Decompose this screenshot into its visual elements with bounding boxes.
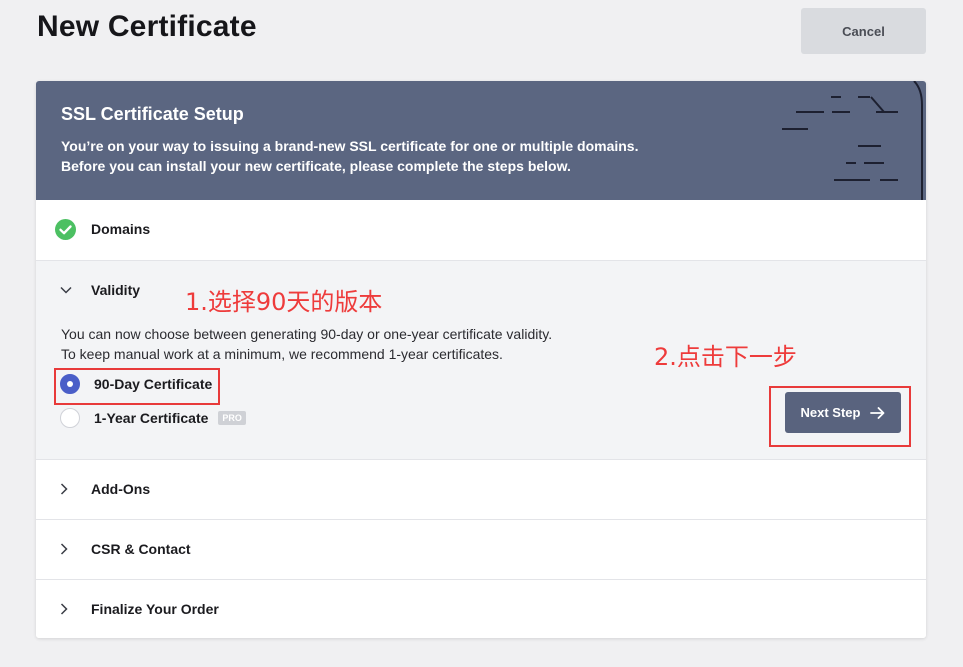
- option-1-year[interactable]: 1-Year Certificate PRO: [60, 407, 246, 429]
- radio-1-year[interactable]: [60, 408, 80, 428]
- option-1-year-label: 1-Year Certificate: [94, 410, 209, 426]
- setup-header: SSL Certificate Setup You’re on your way…: [36, 81, 926, 200]
- step-finalize-label: Finalize Your Order: [91, 601, 219, 617]
- setup-description: You’re on your way to issuing a brand-ne…: [61, 136, 638, 176]
- step-csr-contact[interactable]: CSR & Contact: [36, 519, 926, 579]
- setup-title: SSL Certificate Setup: [61, 104, 244, 124]
- step-validity-label[interactable]: Validity: [91, 282, 140, 298]
- validity-info: You can now choose between generating 90…: [61, 324, 552, 364]
- step-addons-label: Add-Ons: [91, 481, 151, 497]
- chevron-right-icon: [60, 543, 68, 555]
- chevron-down-icon[interactable]: [60, 286, 72, 294]
- step-domains-label: Domains: [91, 221, 151, 237]
- check-circle-icon: [55, 219, 76, 240]
- annotation-note-1: 1.选择90天的版本: [185, 288, 383, 316]
- setup-description-line-1: You’re on your way to issuing a brand-ne…: [61, 138, 639, 154]
- pro-badge: PRO: [218, 411, 246, 425]
- page-title: New Certificate: [37, 10, 257, 43]
- step-csr-label: CSR & Contact: [91, 541, 191, 557]
- validity-info-line-2: To keep manual work at a minimum, we rec…: [61, 346, 503, 362]
- chevron-right-icon: [60, 603, 68, 615]
- annotation-note-2: 2.点击下一步: [654, 343, 797, 371]
- annotation-box-next-step: [769, 386, 911, 447]
- chevron-right-icon: [60, 483, 68, 495]
- step-domains[interactable]: Domains: [36, 200, 926, 260]
- setup-description-line-2: Before you can install your new certific…: [61, 158, 571, 174]
- cancel-button[interactable]: Cancel: [801, 8, 926, 54]
- annotation-box-90-day: [54, 368, 220, 405]
- header-decoration: [782, 81, 923, 200]
- step-finalize-order[interactable]: Finalize Your Order: [36, 579, 926, 638]
- step-addons[interactable]: Add-Ons: [36, 459, 926, 519]
- validity-info-line-1: You can now choose between generating 90…: [61, 326, 553, 342]
